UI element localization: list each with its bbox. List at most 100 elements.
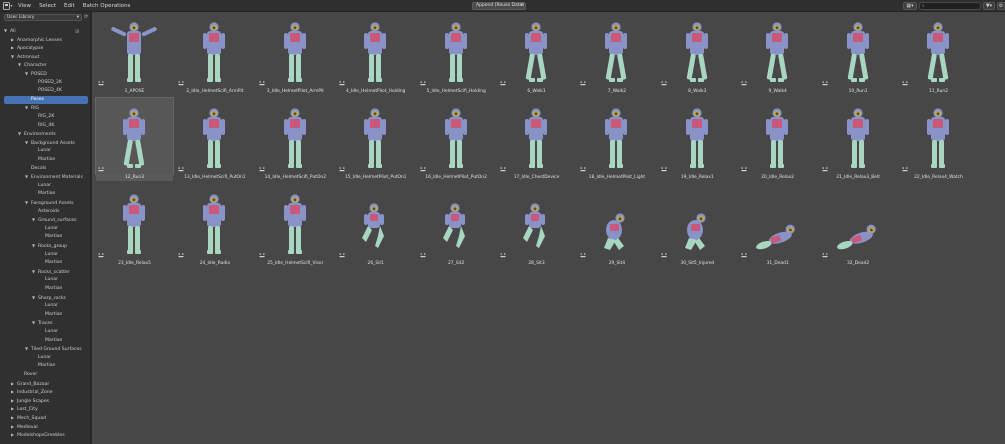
library-dropdown-label: User Library bbox=[7, 15, 35, 20]
asset-name: 26_Sit1 bbox=[367, 261, 384, 266]
asset-tile[interactable]: 15_Idle_HelmetPilot_PutOn1 bbox=[337, 98, 415, 182]
menu-view[interactable]: View bbox=[14, 0, 35, 12]
tree-item[interactable]: Martian bbox=[39, 311, 88, 320]
import-method-dropdown[interactable]: Append (Reuse Data) ▾ bbox=[472, 2, 526, 10]
tree-item[interactable]: ▼ Environments bbox=[18, 130, 88, 139]
asset-tile[interactable]: 31_Dead1 bbox=[739, 184, 817, 268]
asset-tile[interactable]: 29_Sit4 bbox=[578, 184, 656, 268]
filter-button[interactable]: ▼▾ bbox=[983, 2, 995, 10]
tree-item[interactable]: ▼ Rocks_group bbox=[32, 242, 88, 251]
tree-item[interactable]: Asteroids bbox=[32, 208, 88, 217]
tree-item[interactable]: ▼ Traces bbox=[32, 319, 88, 328]
asset-tile[interactable]: 24_Idle_Radio bbox=[176, 184, 254, 268]
tree-item[interactable]: Martian bbox=[39, 337, 88, 346]
asset-tile[interactable]: 22_Idle_Relax4_Watch bbox=[900, 98, 977, 182]
menu-edit[interactable]: Edit bbox=[60, 0, 79, 12]
tree-item[interactable]: Lunar bbox=[39, 328, 88, 337]
tree-item[interactable]: ▼ RIG bbox=[25, 104, 88, 113]
menu-select[interactable]: Select bbox=[35, 0, 60, 12]
tree-item[interactable]: Lunar bbox=[32, 182, 88, 191]
tree-item[interactable]: Lunar bbox=[39, 302, 88, 311]
tree-item[interactable]: Lunar bbox=[39, 251, 88, 260]
tree-item-label: Mech_Squad bbox=[17, 416, 46, 421]
asset-tile[interactable]: 25_Idle_HelmetScifi_Visor bbox=[256, 184, 334, 268]
tree-item[interactable]: Martian bbox=[32, 190, 88, 199]
asset-tile[interactable]: 32_Dead2 bbox=[819, 184, 897, 268]
asset-tile[interactable]: 11_Run2 bbox=[900, 12, 977, 96]
asset-tile[interactable]: 7_Walk2 bbox=[578, 12, 656, 96]
asset-tile[interactable]: 6_Walk1 bbox=[498, 12, 575, 96]
tree-item[interactable]: Lunar bbox=[32, 147, 88, 156]
menu-batch-operations[interactable]: Batch Operations bbox=[79, 0, 135, 12]
refresh-icon[interactable]: ⟳ bbox=[84, 14, 90, 21]
tree-item[interactable]: ▼ Character bbox=[18, 61, 88, 70]
editor-type-icon[interactable] bbox=[2, 1, 14, 11]
asset-thumbnail bbox=[658, 12, 736, 88]
tree-item[interactable]: ▶ Jungle Scapes bbox=[11, 397, 88, 406]
asset-tile[interactable]: 3_Idle_HelmetPilot_ArmPit bbox=[256, 12, 334, 96]
asset-tile[interactable]: 28_Sit3 bbox=[498, 184, 575, 268]
tree-item[interactable]: ▼ Tiled Ground Surfaces bbox=[25, 345, 88, 354]
tree-item[interactable]: ▼ Background Assets bbox=[25, 139, 88, 148]
asset-tile[interactable]: 13_Idle_HelmetScifi_PutOn1 bbox=[176, 98, 254, 182]
tree-item[interactable]: Lunar bbox=[32, 354, 88, 363]
asset-tile[interactable]: 14_Idle_HelmetScifi_PutOn2 bbox=[256, 98, 334, 182]
tree-item[interactable]: ▼ All bbox=[4, 27, 88, 36]
tree-item[interactable]: Lunar bbox=[39, 225, 88, 234]
tree-item[interactable]: Poses bbox=[4, 95, 88, 105]
asset-tile[interactable]: 21_Idle_Relax3_Belt bbox=[819, 98, 897, 182]
asset-tile[interactable]: 16_Idle_HelmetPilot_PutOn2 bbox=[417, 98, 495, 182]
tree-item[interactable]: ▼ Astronaut bbox=[11, 53, 88, 62]
asset-tile[interactable]: 5_Idle_HelmetScifi_Holding bbox=[417, 12, 495, 96]
tree-item[interactable]: ▶ Grand_Bazaar bbox=[11, 380, 88, 389]
tree-item[interactable]: RIG_4K bbox=[32, 122, 88, 131]
tree-item[interactable]: RIG_2K bbox=[32, 113, 88, 122]
asset-tile[interactable]: 10_Run1 bbox=[819, 12, 897, 96]
tree-item-label: Martian bbox=[45, 286, 63, 291]
display-size-button[interactable]: ▦▾ bbox=[903, 2, 917, 10]
tree-item[interactable]: Martian bbox=[39, 285, 88, 294]
tree-item[interactable]: ▶ Lost_City bbox=[11, 405, 88, 414]
tree-item[interactable]: ▶ Anamorphic Lenses bbox=[11, 36, 88, 45]
tree-item[interactable]: ▶ ModelshopsGreebles bbox=[11, 431, 88, 440]
tree-item[interactable]: Rover bbox=[18, 371, 88, 380]
asset-tile[interactable]: 27_Sit2 bbox=[417, 184, 495, 268]
tree-item[interactable]: ▶ Apocalypse bbox=[11, 44, 88, 53]
tree-item[interactable]: ▶ Medieval bbox=[11, 423, 88, 432]
tree-item[interactable]: ▼ Ground_surfaces bbox=[32, 216, 88, 225]
asset-tile[interactable]: 20_Idle_Relax2 bbox=[739, 98, 817, 182]
asset-tile[interactable]: 12_Run3 bbox=[95, 97, 174, 182]
asset-tile[interactable]: 19_Idle_Relax1 bbox=[658, 98, 736, 182]
asset-tile[interactable]: 9_Walk4 bbox=[739, 12, 817, 96]
library-dropdown[interactable]: User Library ▾ bbox=[4, 14, 82, 21]
tree-item[interactable]: Lunar bbox=[39, 276, 88, 285]
tree-item[interactable]: Decals bbox=[25, 165, 88, 174]
tree-item[interactable]: ▼ Sharp_rocks bbox=[32, 294, 88, 303]
tree-item[interactable]: ▼ Rocks_scatter bbox=[32, 268, 88, 277]
asset-tile[interactable]: 23_Idle_Relax5 bbox=[96, 184, 173, 268]
tree-item[interactable]: Martian bbox=[39, 233, 88, 242]
tree-item[interactable]: POSED_4K bbox=[32, 87, 88, 96]
asset-tile[interactable]: 26_Sit1 bbox=[337, 184, 415, 268]
tree-item[interactable]: ▶ Mech_Squad bbox=[11, 414, 88, 423]
asset-tile[interactable]: 2_Idle_HelmetScifi_ArmPit bbox=[176, 12, 254, 96]
asset-thumbnail bbox=[176, 98, 254, 174]
asset-tile[interactable]: 4_Idle_HelmetPilot_Holding bbox=[337, 12, 415, 96]
asset-tile[interactable]: 1_APOSE bbox=[96, 12, 173, 96]
search-input[interactable]: ⌕ bbox=[919, 2, 981, 10]
tree-item[interactable]: Martian bbox=[39, 259, 88, 268]
sidebar-toggle-button[interactable]: ⚙ bbox=[997, 2, 1005, 10]
asset-tile[interactable]: 18_Idle_HelmetPilot_Light bbox=[578, 98, 656, 182]
tree-item[interactable]: ▼ Foreground Assets bbox=[25, 199, 88, 208]
tree-item[interactable]: Martian bbox=[32, 362, 88, 371]
astronaut-figure bbox=[927, 108, 949, 168]
pose-asset-icon bbox=[741, 81, 747, 86]
asset-tile[interactable]: 8_Walk3 bbox=[658, 12, 736, 96]
asset-tile[interactable]: 17_Idle_ChestDevice bbox=[498, 98, 575, 182]
tree-item[interactable]: ▶ Industrial_Zone bbox=[11, 388, 88, 397]
tree-item[interactable]: POSED_2K bbox=[32, 79, 88, 88]
tree-item[interactable]: ▼ POSED bbox=[25, 70, 88, 79]
tree-item[interactable]: ▼ Environment Materials bbox=[25, 173, 88, 182]
tree-item[interactable]: Martian bbox=[32, 156, 88, 165]
asset-tile[interactable]: 30_Sit5_Injured bbox=[658, 184, 736, 268]
